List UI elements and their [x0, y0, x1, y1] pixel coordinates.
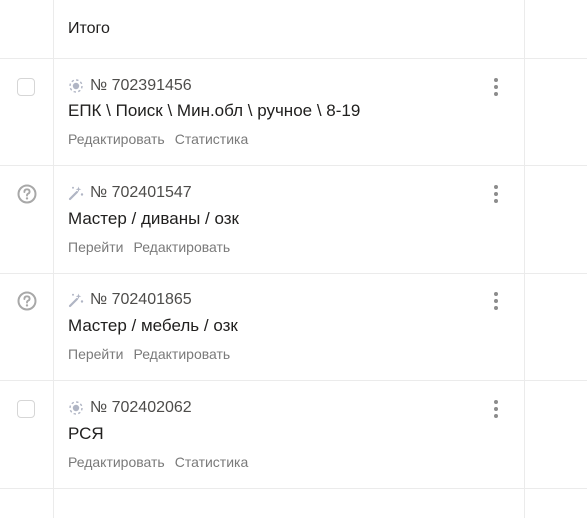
campaign-number: № 702402062 — [68, 399, 192, 417]
question-icon[interactable] — [17, 291, 37, 311]
campaign-name[interactable]: ЕПК \ Поиск \ Мин.обл \ ручное \ 8-19 — [68, 101, 360, 121]
campaigns-table: Итого № 702391456 ЕПК \ Поиск \ Мин.обл … — [0, 0, 587, 518]
table-header-row: Итого — [0, 0, 587, 59]
campaign-number: № 702401865 — [68, 291, 192, 309]
more-menu-icon[interactable] — [488, 398, 504, 420]
campaign-number: № 702401547 — [68, 184, 192, 202]
campaign-name[interactable]: Мастер / мебель / озк — [68, 316, 238, 336]
edit-link[interactable]: Редактировать — [133, 239, 230, 255]
row-checkbox[interactable] — [17, 78, 35, 96]
stats-link[interactable]: Статистика — [175, 454, 249, 470]
total-label: Итого — [68, 20, 110, 37]
more-menu-icon[interactable] — [488, 76, 504, 98]
campaign-number-text: № 702401865 — [90, 291, 192, 308]
campaign-name[interactable]: Мастер / диваны / озк — [68, 209, 239, 229]
table-row: № 702391456 ЕПК \ Поиск \ Мин.обл \ ручн… — [0, 59, 587, 166]
stats-link[interactable]: Статистика — [175, 131, 249, 147]
campaign-number: № 702391456 — [68, 77, 192, 95]
row-checkbox[interactable] — [17, 400, 35, 418]
campaign-number-text: № 702391456 — [90, 77, 192, 94]
campaign-name[interactable]: РСЯ — [68, 424, 104, 444]
table-row: № 702402062 РСЯ Редактировать Статистика — [0, 381, 587, 489]
question-icon[interactable] — [17, 184, 37, 204]
edit-link[interactable]: Редактировать — [68, 131, 165, 147]
table-row: № 702401547 Мастер / диваны / озк Перейт… — [0, 166, 587, 274]
campaign-number-text: № 702401547 — [90, 184, 192, 201]
magic-wand-icon — [68, 293, 84, 308]
edit-link[interactable]: Редактировать — [68, 454, 165, 470]
magic-wand-icon — [68, 186, 84, 201]
table-row: № 702401865 Мастер / мебель / озк Перейт… — [0, 274, 587, 381]
go-link[interactable]: Перейти — [68, 346, 123, 362]
row-actions: Перейти Редактировать — [68, 239, 230, 255]
row-actions: Перейти Редактировать — [68, 346, 230, 362]
more-menu-icon[interactable] — [488, 290, 504, 312]
target-icon — [69, 401, 83, 415]
row-actions: Редактировать Статистика — [68, 454, 248, 470]
more-menu-icon[interactable] — [488, 183, 504, 205]
campaign-number-text: № 702402062 — [90, 399, 192, 416]
row-actions: Редактировать Статистика — [68, 131, 248, 147]
go-link[interactable]: Перейти — [68, 239, 123, 255]
target-icon — [69, 79, 83, 93]
edit-link[interactable]: Редактировать — [133, 346, 230, 362]
